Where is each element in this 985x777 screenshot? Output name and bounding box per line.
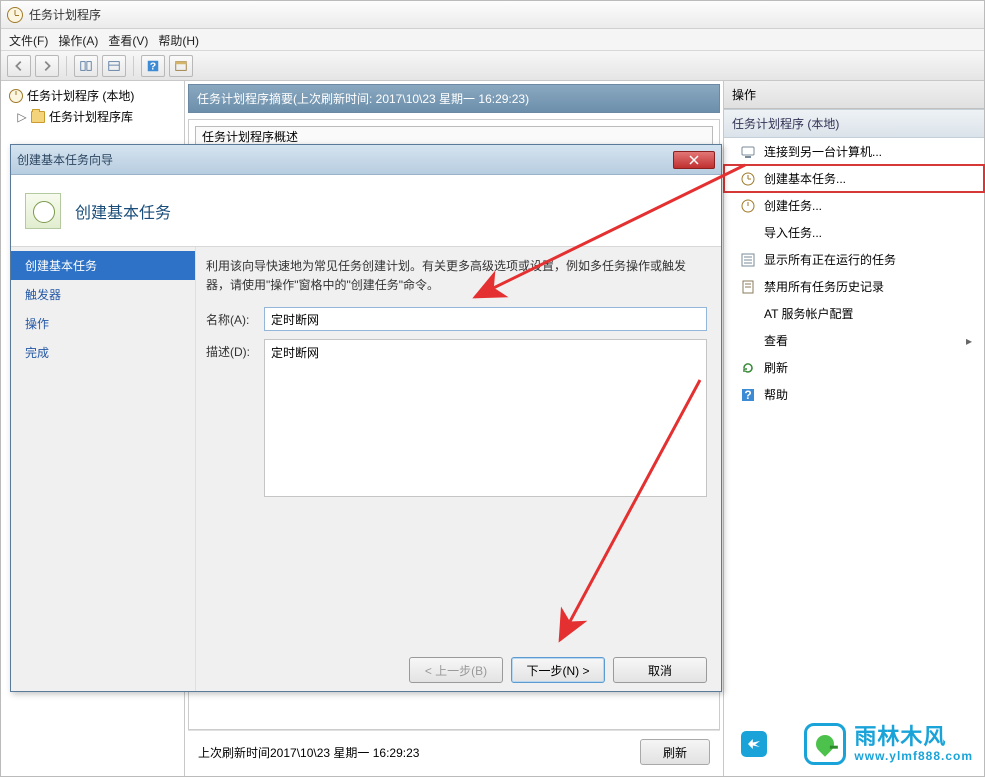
- action-help[interactable]: ? 帮助: [724, 381, 984, 408]
- computer-icon: [740, 144, 756, 160]
- tree-root-label: 任务计划程序 (本地): [27, 87, 134, 104]
- action-label: 帮助: [764, 386, 788, 403]
- close-icon: [689, 155, 699, 165]
- bottom-status-bar: 上次刷新时间2017\10\23 星期一 16:29:23 刷新: [188, 730, 720, 773]
- svg-text:?: ?: [150, 60, 156, 72]
- nav-step-trigger[interactable]: 触发器: [11, 280, 195, 309]
- toolbar-panes-button[interactable]: [74, 55, 98, 77]
- nav-forward-button[interactable]: [35, 55, 59, 77]
- menu-action[interactable]: 操作(A): [58, 32, 98, 47]
- action-label: 禁用所有任务历史记录: [764, 278, 884, 295]
- close-button[interactable]: [673, 151, 715, 169]
- action-label: AT 服务帐户配置: [764, 305, 854, 322]
- tree-root[interactable]: 任务计划程序 (本地): [3, 85, 182, 106]
- action-label: 创建任务...: [764, 197, 822, 214]
- toolbar-separator: [133, 56, 134, 76]
- refresh-button[interactable]: 刷新: [640, 739, 710, 765]
- action-label: 显示所有正在运行的任务: [764, 251, 896, 268]
- toolbar: ?: [1, 51, 984, 81]
- blank-icon: [740, 306, 756, 322]
- menu-view[interactable]: 查看(V): [108, 32, 148, 47]
- app-icon: [7, 7, 23, 23]
- task-icon: [740, 171, 756, 187]
- tree-library-label: 任务计划程序库: [49, 108, 133, 125]
- action-label: 连接到另一台计算机...: [764, 143, 882, 160]
- nav-back-button[interactable]: [7, 55, 31, 77]
- actions-section-title: 任务计划程序 (本地): [724, 109, 984, 138]
- watermark-url: www.ylmf888.com: [854, 750, 973, 763]
- history-icon: [740, 279, 756, 295]
- create-basic-task-wizard: 创建基本任务向导 创建基本任务 创建基本任务 触发器 操作 完成 利用该向导快速…: [10, 144, 722, 692]
- tree-library[interactable]: ▷ 任务计划程序库: [3, 106, 182, 127]
- toolbar-view-button[interactable]: [169, 55, 193, 77]
- blank-icon: [740, 333, 756, 349]
- action-label: 导入任务...: [764, 224, 822, 241]
- action-at-service[interactable]: AT 服务帐户配置: [724, 300, 984, 327]
- action-label: 刷新: [764, 359, 788, 376]
- wizard-header-title: 创建基本任务: [75, 199, 171, 223]
- description-row: 描述(D):: [206, 339, 707, 497]
- name-row: 名称(A):: [206, 307, 707, 331]
- window-title: 任务计划程序: [29, 6, 101, 23]
- action-label: 查看: [764, 332, 788, 349]
- wizard-title: 创建基本任务向导: [17, 151, 113, 168]
- menu-file[interactable]: 文件(F): [9, 32, 48, 47]
- nav-step-action[interactable]: 操作: [11, 309, 195, 338]
- wizard-body: 创建基本任务 触发器 操作 完成 利用该向导快速地为常见任务创建计划。有关更多高…: [11, 247, 721, 691]
- chevron-right-icon: ▸: [966, 334, 972, 348]
- watermark-bird-icon: [741, 731, 767, 757]
- watermark: 雨林木风 www.ylmf888.com: [804, 723, 973, 765]
- action-view[interactable]: 查看 ▸: [724, 327, 984, 354]
- wizard-header: 创建基本任务: [11, 175, 721, 247]
- action-import-task[interactable]: 导入任务...: [724, 219, 984, 246]
- actions-panel: 操作 任务计划程序 (本地) 连接到另一台计算机... 创建基本任务... 创建…: [724, 81, 984, 776]
- folder-icon: [31, 111, 45, 123]
- menubar: 文件(F) 操作(A) 查看(V) 帮助(H): [1, 29, 984, 51]
- wizard-titlebar[interactable]: 创建基本任务向导: [11, 145, 721, 175]
- summary-bar: 任务计划程序摘要(上次刷新时间: 2017\10\23 星期一 16:29:23…: [188, 84, 720, 113]
- toolbar-layout-button[interactable]: [102, 55, 126, 77]
- refresh-icon: [740, 360, 756, 376]
- list-icon: [740, 252, 756, 268]
- description-label: 描述(D):: [206, 339, 264, 360]
- inner-header-label: 任务计划程序概述: [202, 128, 298, 145]
- prev-button[interactable]: < 上一步(B): [409, 657, 503, 683]
- last-refresh-label: 上次刷新时间2017\10\23 星期一 16:29:23: [198, 744, 419, 761]
- action-label: 创建基本任务...: [764, 170, 846, 187]
- toolbar-help-button[interactable]: ?: [141, 55, 165, 77]
- task-icon: [740, 198, 756, 214]
- watermark-brand: 雨林木风: [854, 725, 973, 749]
- wizard-hint: 利用该向导快速地为常见任务创建计划。有关更多高级选项或设置，例如多任务操作或触发…: [206, 257, 707, 295]
- action-disable-history[interactable]: 禁用所有任务历史记录: [724, 273, 984, 300]
- next-button[interactable]: 下一步(N) >: [511, 657, 605, 683]
- toolbar-separator: [66, 56, 67, 76]
- tree-expand-icon[interactable]: ▷: [17, 110, 27, 124]
- action-show-running[interactable]: 显示所有正在运行的任务: [724, 246, 984, 273]
- help-icon: ?: [740, 387, 756, 403]
- action-create-basic-task[interactable]: 创建基本任务...: [724, 165, 984, 192]
- wizard-nav: 创建基本任务 触发器 操作 完成: [11, 247, 196, 691]
- nav-step-finish[interactable]: 完成: [11, 338, 195, 367]
- name-input[interactable]: [264, 307, 707, 331]
- cancel-button[interactable]: 取消: [613, 657, 707, 683]
- wizard-buttons: < 上一步(B) 下一步(N) > 取消: [206, 647, 707, 683]
- watermark-logo: [804, 723, 846, 765]
- menu-help[interactable]: 帮助(H): [158, 32, 199, 47]
- action-create-task[interactable]: 创建任务...: [724, 192, 984, 219]
- action-connect-computer[interactable]: 连接到另一台计算机...: [724, 138, 984, 165]
- svg-text:?: ?: [744, 388, 751, 402]
- clock-icon: [9, 89, 23, 103]
- action-refresh[interactable]: 刷新: [724, 354, 984, 381]
- import-icon: [740, 225, 756, 241]
- wizard-icon: [25, 193, 61, 229]
- wizard-content: 利用该向导快速地为常见任务创建计划。有关更多高级选项或设置，例如多任务操作或触发…: [196, 247, 721, 691]
- nav-step-basic-task[interactable]: 创建基本任务: [11, 251, 195, 280]
- actions-header: 操作: [724, 81, 984, 109]
- watermark-text: 雨林木风 www.ylmf888.com: [854, 725, 973, 762]
- name-label: 名称(A):: [206, 307, 264, 328]
- titlebar: 任务计划程序: [1, 1, 984, 29]
- description-input[interactable]: [264, 339, 707, 497]
